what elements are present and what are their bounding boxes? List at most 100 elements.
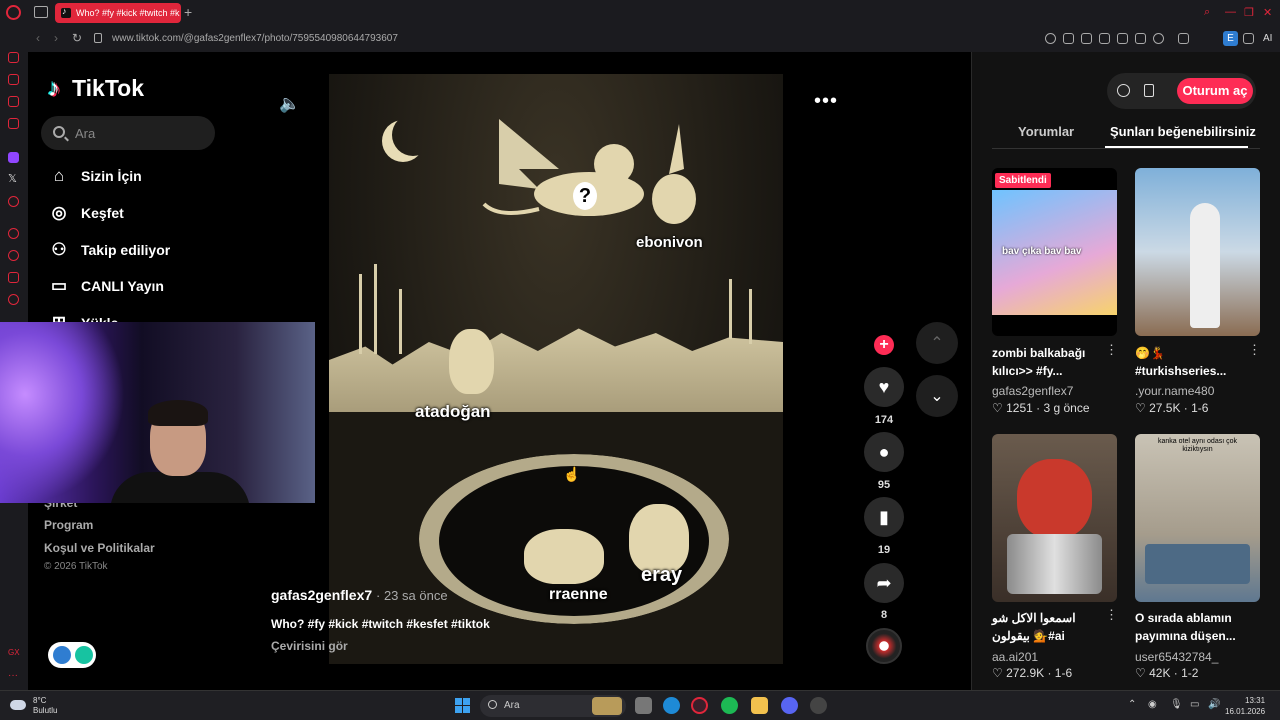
card-title[interactable]: 🤭💃 #turkishseries... (1135, 344, 1255, 380)
play-icon[interactable] (1135, 33, 1146, 44)
menu-item-explore[interactable]: ◎ Keşfet (48, 203, 124, 223)
close-window-icon[interactable]: ✕ (1263, 6, 1272, 19)
card-more-icon[interactable]: ⋮ (1248, 342, 1261, 358)
speaker-icon[interactable]: 🔈 (279, 94, 300, 114)
see-translation-link[interactable]: Çevirisini gör (271, 639, 348, 653)
like-button[interactable]: ♥ (864, 367, 904, 407)
comment-button[interactable]: ● (864, 432, 904, 472)
opera-taskbar-icon[interactable] (691, 697, 708, 714)
zoom-icon[interactable] (1045, 33, 1056, 44)
download-icon[interactable] (1243, 33, 1254, 44)
extension-toggle[interactable] (48, 642, 96, 668)
snapshot-icon[interactable] (1081, 33, 1092, 44)
compass-header-icon[interactable] (1117, 84, 1130, 97)
tab-islands-icon[interactable] (34, 6, 48, 18)
mountain-ridge (329, 328, 783, 414)
card-user[interactable]: .your.name480 (1135, 384, 1214, 398)
card-thumbnail[interactable]: kanka otel aynı odası çok kiziktıysın (1135, 434, 1260, 602)
footer-link-program[interactable]: Program (44, 518, 93, 532)
tab-comments[interactable]: Yorumlar (1018, 124, 1074, 139)
sidebar-clock-icon[interactable] (8, 250, 19, 261)
sidebar-settings-icon[interactable] (8, 294, 19, 305)
meat-character (1017, 459, 1092, 539)
card-thumbnail[interactable]: bav çıka bav bav (992, 168, 1117, 336)
sidebar-youtube-icon[interactable] (8, 196, 19, 207)
tiktok-logo[interactable]: ♪ TikTok (48, 75, 144, 102)
forward-icon[interactable]: › (54, 31, 58, 45)
speaker-tray-icon[interactable]: 🔊 (1208, 699, 1220, 710)
sidebar-chat-icon[interactable] (8, 96, 19, 107)
extensions-icon[interactable] (1178, 33, 1189, 44)
post-author[interactable]: gafas2genflex7 (271, 587, 372, 603)
card-thumbnail[interactable] (1135, 168, 1260, 336)
plant-stalk (729, 279, 732, 339)
file-explorer-icon[interactable] (751, 697, 768, 714)
card-more-icon[interactable]: ⋮ (1105, 607, 1118, 623)
translate-icon[interactable] (1117, 33, 1128, 44)
card-title[interactable]: اسمعوا الاكل شو بيقولون 💁#ai (992, 609, 1112, 645)
back-icon[interactable]: ‹ (36, 31, 40, 45)
sidebar-bag-icon[interactable] (8, 74, 19, 85)
footer-link-terms[interactable]: Koşul ve Politikalar (44, 541, 155, 555)
edge-icon[interactable] (663, 697, 680, 714)
sidebar-history-icon[interactable] (8, 228, 19, 239)
start-button[interactable] (455, 698, 470, 713)
more-options-icon[interactable]: ••• (814, 90, 838, 113)
heart-bookmark-icon[interactable] (1153, 33, 1164, 44)
microphone-icon[interactable]: 🎙 (1170, 699, 1183, 710)
card-user[interactable]: aa.ai201 (992, 650, 1038, 664)
pin-icon[interactable] (1063, 33, 1074, 44)
task-view-icon[interactable] (635, 697, 652, 714)
tray-chevron-icon[interactable]: ⌃ (1128, 699, 1136, 710)
maximize-icon[interactable]: ❐ (1244, 6, 1254, 19)
taskbar-search[interactable]: Ara (480, 695, 626, 717)
follow-plus-button[interactable]: + (874, 335, 894, 355)
minimize-icon[interactable]: — (1225, 6, 1236, 18)
question-mark-badge: ? (573, 182, 597, 210)
comment-count: 95 (877, 479, 891, 491)
post-photo[interactable]: ? ebonivon atadoğan eray rraenne (329, 74, 783, 664)
card-thumbnail[interactable] (992, 434, 1117, 602)
share-button[interactable]: ➦ (864, 563, 904, 603)
card-user[interactable]: user65432784_ (1135, 650, 1218, 664)
steam-icon[interactable] (810, 697, 827, 714)
url-field[interactable]: www.tiktok.com/@gafas2genflex7/photo/759… (112, 33, 398, 44)
reload-icon[interactable]: ↻ (72, 31, 82, 45)
next-post-button[interactable]: ⌄ (916, 375, 958, 417)
new-tab-icon[interactable]: + (184, 4, 192, 20)
sidebar-more-icon[interactable]: ··· (8, 670, 19, 681)
card-title[interactable]: O sırada ablamın payımına düşen... (1135, 609, 1260, 645)
tab-you-may-like[interactable]: Şunları beğenebilirsiniz (1110, 124, 1256, 139)
sidebar-messenger-icon[interactable] (8, 118, 19, 129)
menu-item-for-you[interactable]: ⌂ Sizin İçin (48, 166, 142, 186)
spotify-icon[interactable] (721, 697, 738, 714)
sidebar-twitch-icon[interactable] (8, 152, 19, 163)
discord-icon[interactable] (781, 697, 798, 714)
search-tabs-icon[interactable]: ⌕ (1204, 6, 1210, 19)
aria-ai-button[interactable]: AI (1263, 33, 1272, 44)
system-clock[interactable]: 13:31 16.01.2026 (1225, 695, 1265, 717)
adblock-icon[interactable] (1099, 33, 1110, 44)
login-button[interactable]: Oturum aç (1177, 78, 1253, 104)
menu-item-live[interactable]: ▭ CANLI Yayın (48, 276, 164, 296)
extension-e-icon[interactable]: E (1223, 31, 1238, 46)
sidebar-cube-icon[interactable] (8, 272, 19, 283)
card-title[interactable]: zombi balkabağı kılıcı>> #fy... (992, 344, 1112, 380)
browser-tab-active[interactable]: Who? #fy #kick #twitch #k ✕ (55, 3, 181, 23)
copyright: © 2026 TikTok (44, 561, 108, 572)
tray-app-icon[interactable]: ◉ (1148, 699, 1157, 710)
card-user[interactable]: gafas2genflex7 (992, 384, 1073, 398)
card-more-icon[interactable]: ⋮ (1105, 342, 1118, 358)
sidebar-speed-dial-icon[interactable] (8, 52, 19, 63)
sidebar-gx-icon[interactable]: GX (8, 648, 20, 659)
display-icon[interactable]: ▭ (1190, 699, 1199, 710)
phone-icon[interactable] (1144, 84, 1154, 97)
music-disc-icon[interactable] (866, 628, 902, 664)
menu-item-following[interactable]: ⚇ Takip ediliyor (48, 240, 170, 260)
sidebar-x-icon[interactable]: 𝕏 (8, 174, 19, 185)
thumb-overlay-text: bav çıka bav bav (1002, 246, 1082, 257)
previous-post-button[interactable]: ⌃ (916, 322, 958, 364)
save-button[interactable]: ▮ (864, 497, 904, 537)
opera-logo-icon[interactable] (6, 5, 21, 20)
search-input[interactable]: Ara (41, 116, 215, 150)
